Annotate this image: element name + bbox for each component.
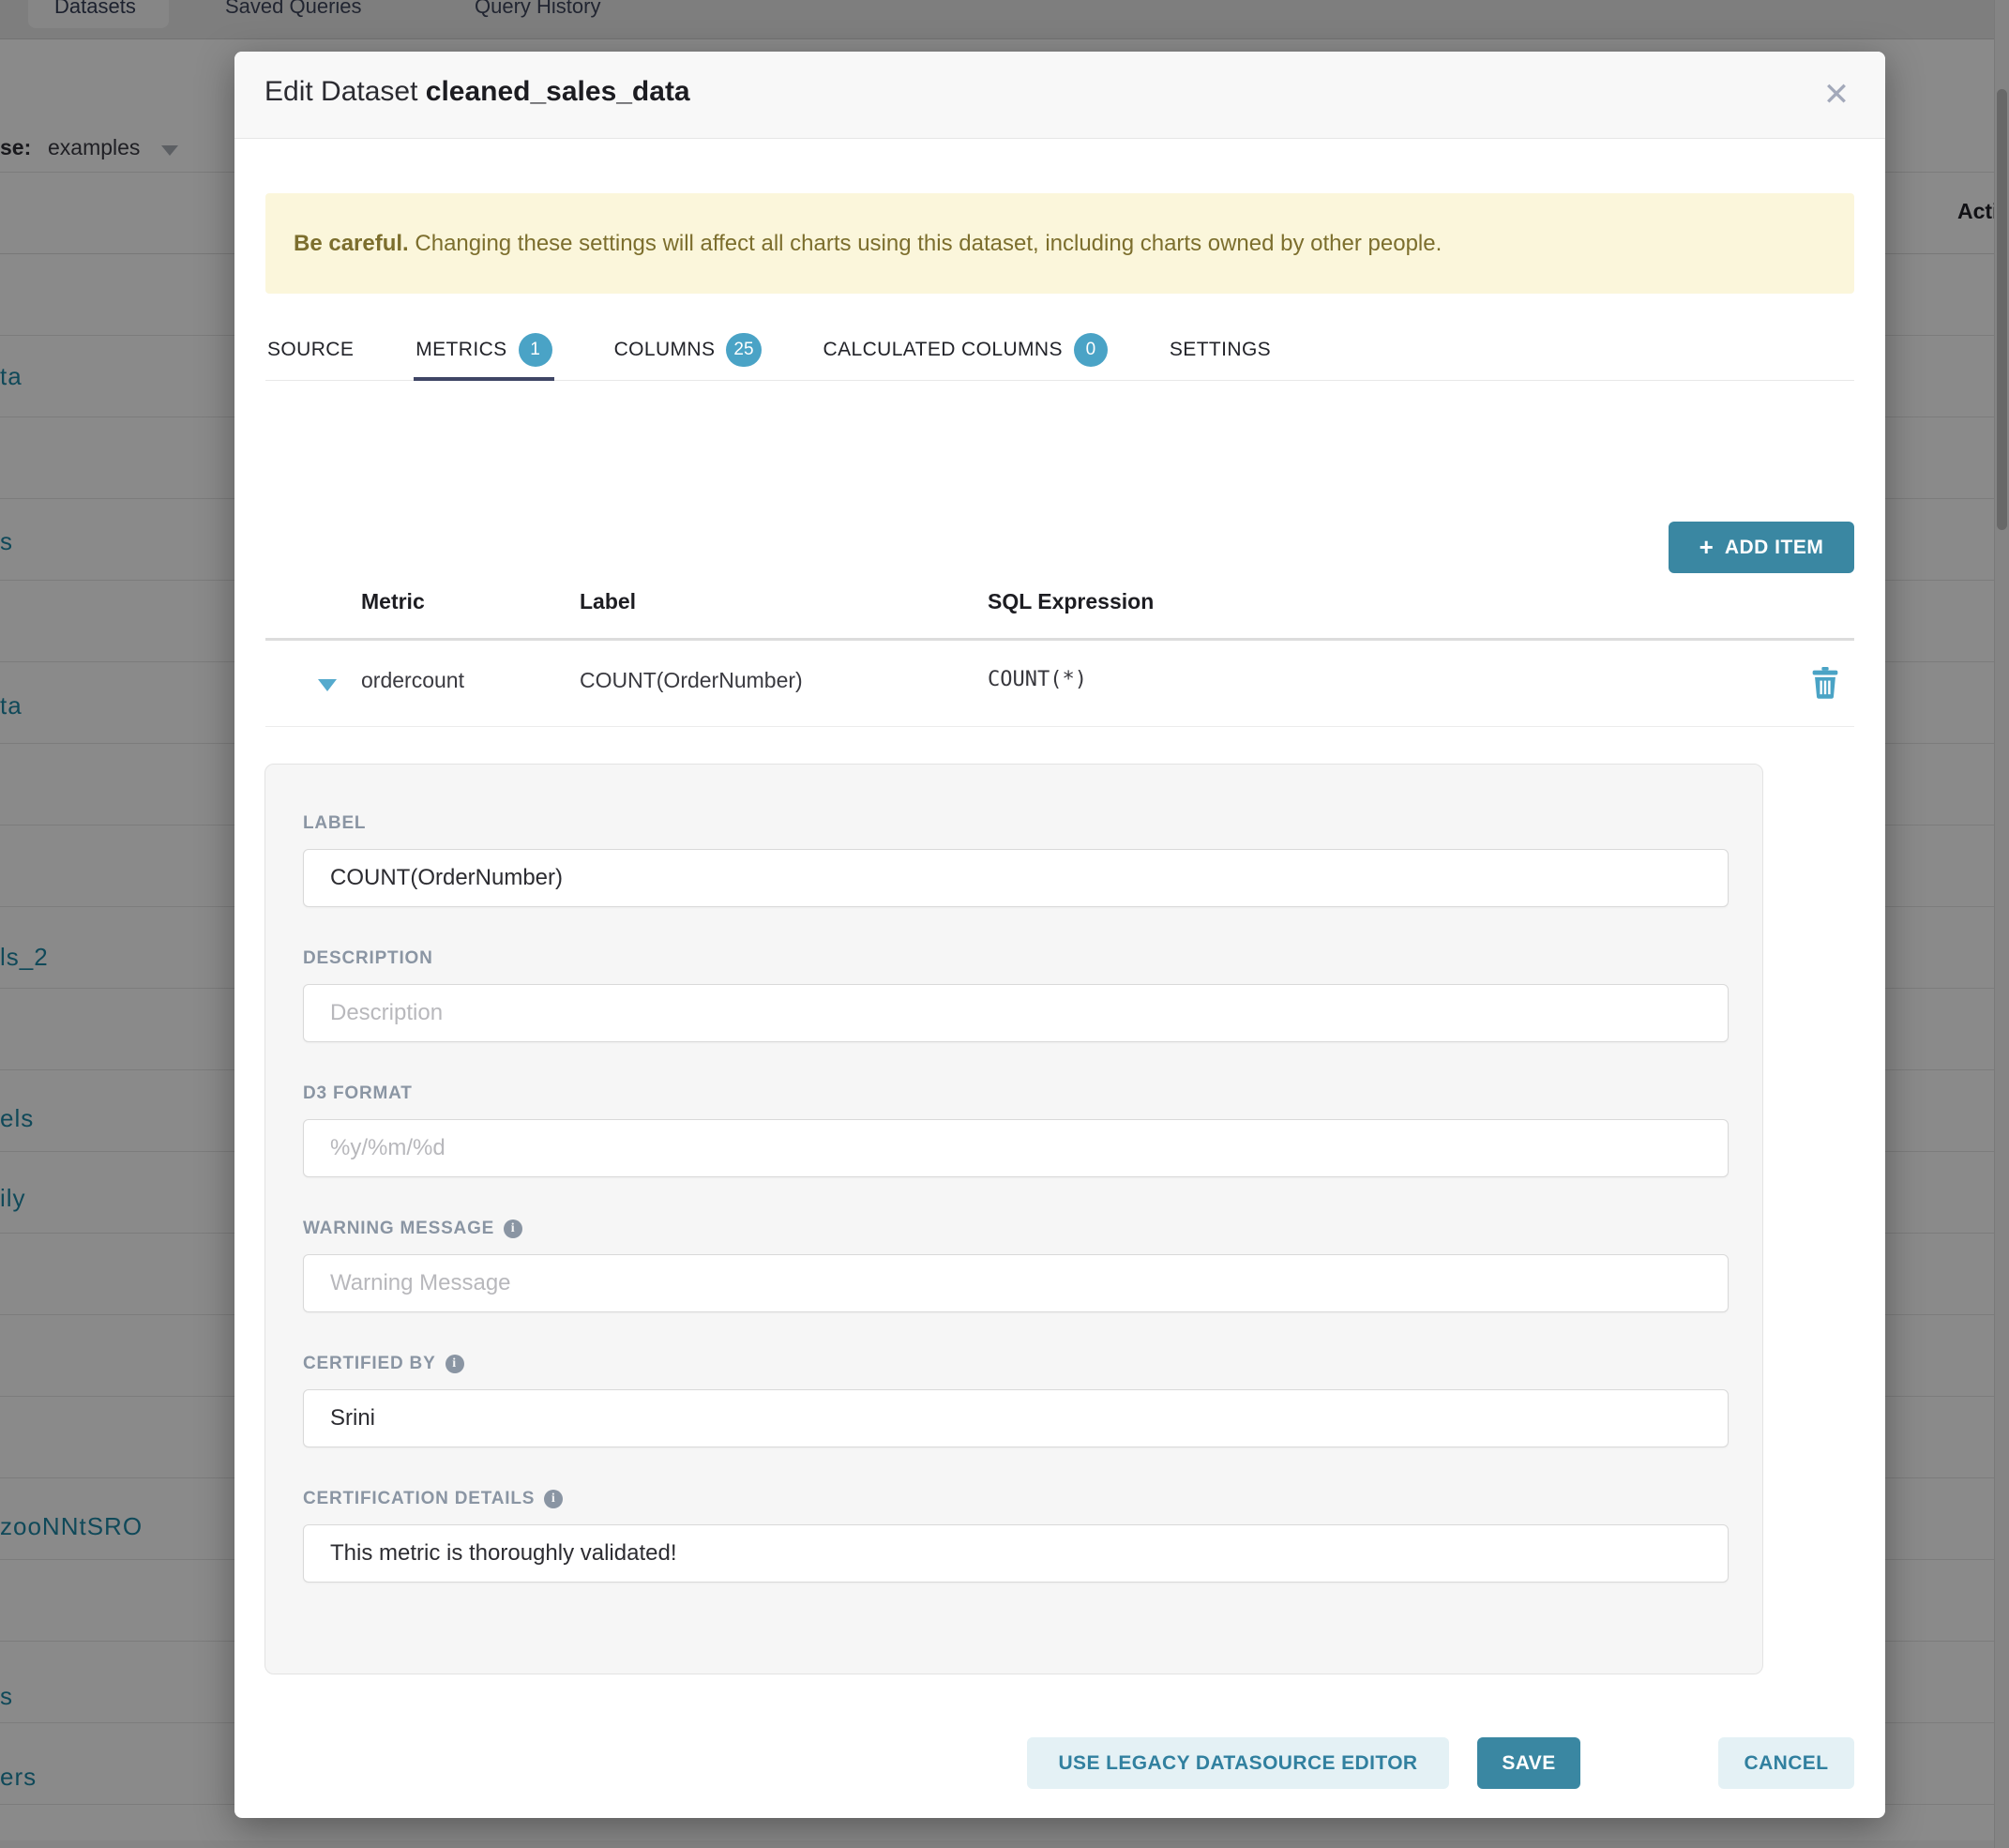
cancel-button[interactable]: CANCEL <box>1718 1737 1854 1789</box>
warning-banner: Be careful. Changing these settings will… <box>265 193 1854 294</box>
add-item-button[interactable]: + ADD ITEM <box>1669 522 1854 573</box>
sql-expression-column-header: SQL Expression <box>988 589 1154 614</box>
description-field: DESCRIPTION <box>303 948 1727 1042</box>
tab-metrics-count-badge: 1 <box>519 333 552 367</box>
warning-message-field-label: WARNING MESSAGE i <box>303 1219 1727 1239</box>
certified-by-field: CERTIFIED BY i <box>303 1354 1727 1447</box>
modal-footer: USE LEGACY DATASOURCE EDITOR SAVE CANCEL <box>234 1715 1885 1818</box>
certified-by-input[interactable] <box>303 1389 1729 1447</box>
metric-label-cell: COUNT(OrderNumber) <box>580 668 803 693</box>
metric-row: ordercount COUNT(OrderNumber) COUNT(*) <box>265 641 1854 727</box>
tab-metrics-label: METRICS <box>415 339 506 361</box>
tab-calculated-columns-label: CALCULATED COLUMNS <box>823 339 1063 361</box>
info-icon: i <box>446 1355 464 1373</box>
metrics-table-header: Metric Label SQL Expression <box>265 589 1854 641</box>
delete-metric-trash-icon[interactable] <box>1811 667 1839 699</box>
certification-details-field: CERTIFICATION DETAILS i <box>303 1489 1727 1583</box>
warning-message-field: WARNING MESSAGE i <box>303 1219 1727 1312</box>
warning-banner-bold: Be careful. <box>294 231 409 256</box>
label-field-label: LABEL <box>303 813 1727 834</box>
tab-columns-count-badge: 25 <box>726 333 761 367</box>
tab-settings-label: SETTINGS <box>1170 339 1271 361</box>
label-field: LABEL <box>303 813 1727 907</box>
d3-format-input[interactable] <box>303 1119 1729 1177</box>
certification-details-field-label: CERTIFICATION DETAILS i <box>303 1489 1727 1509</box>
metric-detail-panel: LABEL DESCRIPTION D3 FORMAT WARNING MESS… <box>264 764 1763 1674</box>
modal-title-prefix: Edit Dataset <box>264 76 417 107</box>
description-input[interactable] <box>303 984 1729 1042</box>
d3-format-field: D3 FORMAT <box>303 1083 1727 1177</box>
tab-source-label: SOURCE <box>267 339 354 361</box>
dataset-editor-tabs: SOURCE METRICS 1 COLUMNS 25 CALCULATED C… <box>265 319 1854 381</box>
edit-dataset-modal: Edit Dataset cleaned_sales_data ✕ Be car… <box>234 52 1885 1818</box>
certified-by-field-label: CERTIFIED BY i <box>303 1354 1727 1374</box>
certification-details-input[interactable] <box>303 1524 1729 1583</box>
metric-sql-cell: COUNT(*) <box>988 668 1087 691</box>
dataset-name: cleaned_sales_data <box>426 76 690 107</box>
tab-calculated-columns[interactable]: CALCULATED COLUMNS 0 <box>822 319 1110 380</box>
tab-source[interactable]: SOURCE <box>265 319 355 380</box>
plus-icon: + <box>1699 535 1714 559</box>
add-item-button-label: ADD ITEM <box>1725 537 1824 559</box>
tab-columns[interactable]: COLUMNS 25 <box>612 319 763 380</box>
use-legacy-datasource-editor-button[interactable]: USE LEGACY DATASOURCE EDITOR <box>1027 1737 1449 1789</box>
label-input[interactable] <box>303 849 1729 907</box>
modal-title: Edit Dataset cleaned_sales_data <box>264 76 690 108</box>
info-icon: i <box>504 1219 522 1238</box>
tab-metrics[interactable]: METRICS 1 <box>414 319 553 380</box>
collapse-caret-icon[interactable] <box>318 679 337 691</box>
tab-columns-label: COLUMNS <box>614 339 716 361</box>
metric-column-header: Metric <box>361 589 425 614</box>
modal-header: Edit Dataset cleaned_sales_data ✕ <box>234 52 1885 139</box>
description-field-label: DESCRIPTION <box>303 948 1727 969</box>
metric-name-cell: ordercount <box>361 668 464 693</box>
tab-calculated-columns-count-badge: 0 <box>1074 333 1108 367</box>
info-icon: i <box>544 1490 563 1508</box>
tab-settings[interactable]: SETTINGS <box>1168 319 1273 380</box>
label-column-header: Label <box>580 589 636 614</box>
d3-format-field-label: D3 FORMAT <box>303 1083 1727 1104</box>
close-icon[interactable]: ✕ <box>1814 72 1859 117</box>
save-button[interactable]: SAVE <box>1477 1737 1580 1789</box>
warning-message-input[interactable] <box>303 1254 1729 1312</box>
warning-banner-text: Be careful. Changing these settings will… <box>294 231 1442 257</box>
